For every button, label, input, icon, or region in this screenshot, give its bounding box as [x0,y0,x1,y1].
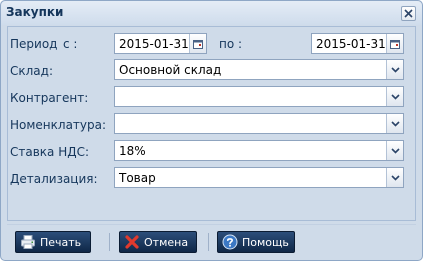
dialog-title: Закупки [6,5,64,19]
counterparty-combo[interactable] [114,86,404,107]
warehouse-combo[interactable]: Основной склад [114,59,404,80]
print-button-label: Печать [40,236,82,249]
chevron-down-icon [391,94,400,100]
chevron-down-icon [391,121,400,127]
counterparty-dropdown-button[interactable] [386,87,403,106]
help-question-icon [222,234,238,250]
detail-value: Товар [119,171,156,185]
cancel-x-icon [125,235,139,249]
warehouse-value: Основной склад [119,63,222,77]
close-button[interactable] [401,6,416,21]
warehouse-label: Склад: [10,64,53,78]
nomenclature-combo[interactable] [114,113,404,134]
chevron-down-icon [391,67,400,73]
cancel-button-label: Отмена [144,236,189,249]
purchases-dialog: Закупки Период с : 2015-01-31 по : 2015-… [0,0,423,261]
date-from-field[interactable]: 2015-01-31 [114,33,207,54]
detail-combo[interactable]: Товар [114,167,404,188]
help-button-label: Помощь [242,236,289,249]
print-button[interactable]: Печать [15,231,91,253]
nomenclature-dropdown-button[interactable] [386,114,403,133]
detail-label: Детализация: [10,172,98,186]
chevron-down-icon [391,175,400,181]
period-from-label: с : [63,37,78,51]
calendar-icon [390,40,400,49]
printer-icon [21,235,35,249]
period-to-label: по : [219,37,243,51]
vat-dropdown-button[interactable] [386,141,403,160]
chevron-down-icon [391,148,400,154]
calendar-icon [193,40,203,49]
help-button[interactable]: Помощь [217,231,295,253]
date-from-calendar-button[interactable] [189,34,206,53]
nomenclature-label: Номенклатура: [10,118,107,132]
vat-combo[interactable]: 18% [114,140,404,161]
button-separator [208,233,209,251]
period-label: Период [10,37,58,51]
date-to-calendar-button[interactable] [386,34,403,53]
detail-dropdown-button[interactable] [386,168,403,187]
button-separator [109,233,110,251]
close-icon [404,9,413,18]
date-from-value: 2015-01-31 [119,37,189,51]
cancel-button[interactable]: Отмена [119,231,197,253]
vat-value: 18% [119,144,146,158]
date-to-value: 2015-01-31 [316,37,386,51]
dialog-titlebar[interactable]: Закупки [1,1,422,25]
counterparty-label: Контрагент: [10,91,89,105]
vat-label: Ставка НДС: [10,145,90,159]
footer-separator [7,224,416,225]
warehouse-dropdown-button[interactable] [386,60,403,79]
date-to-field[interactable]: 2015-01-31 [311,33,404,54]
